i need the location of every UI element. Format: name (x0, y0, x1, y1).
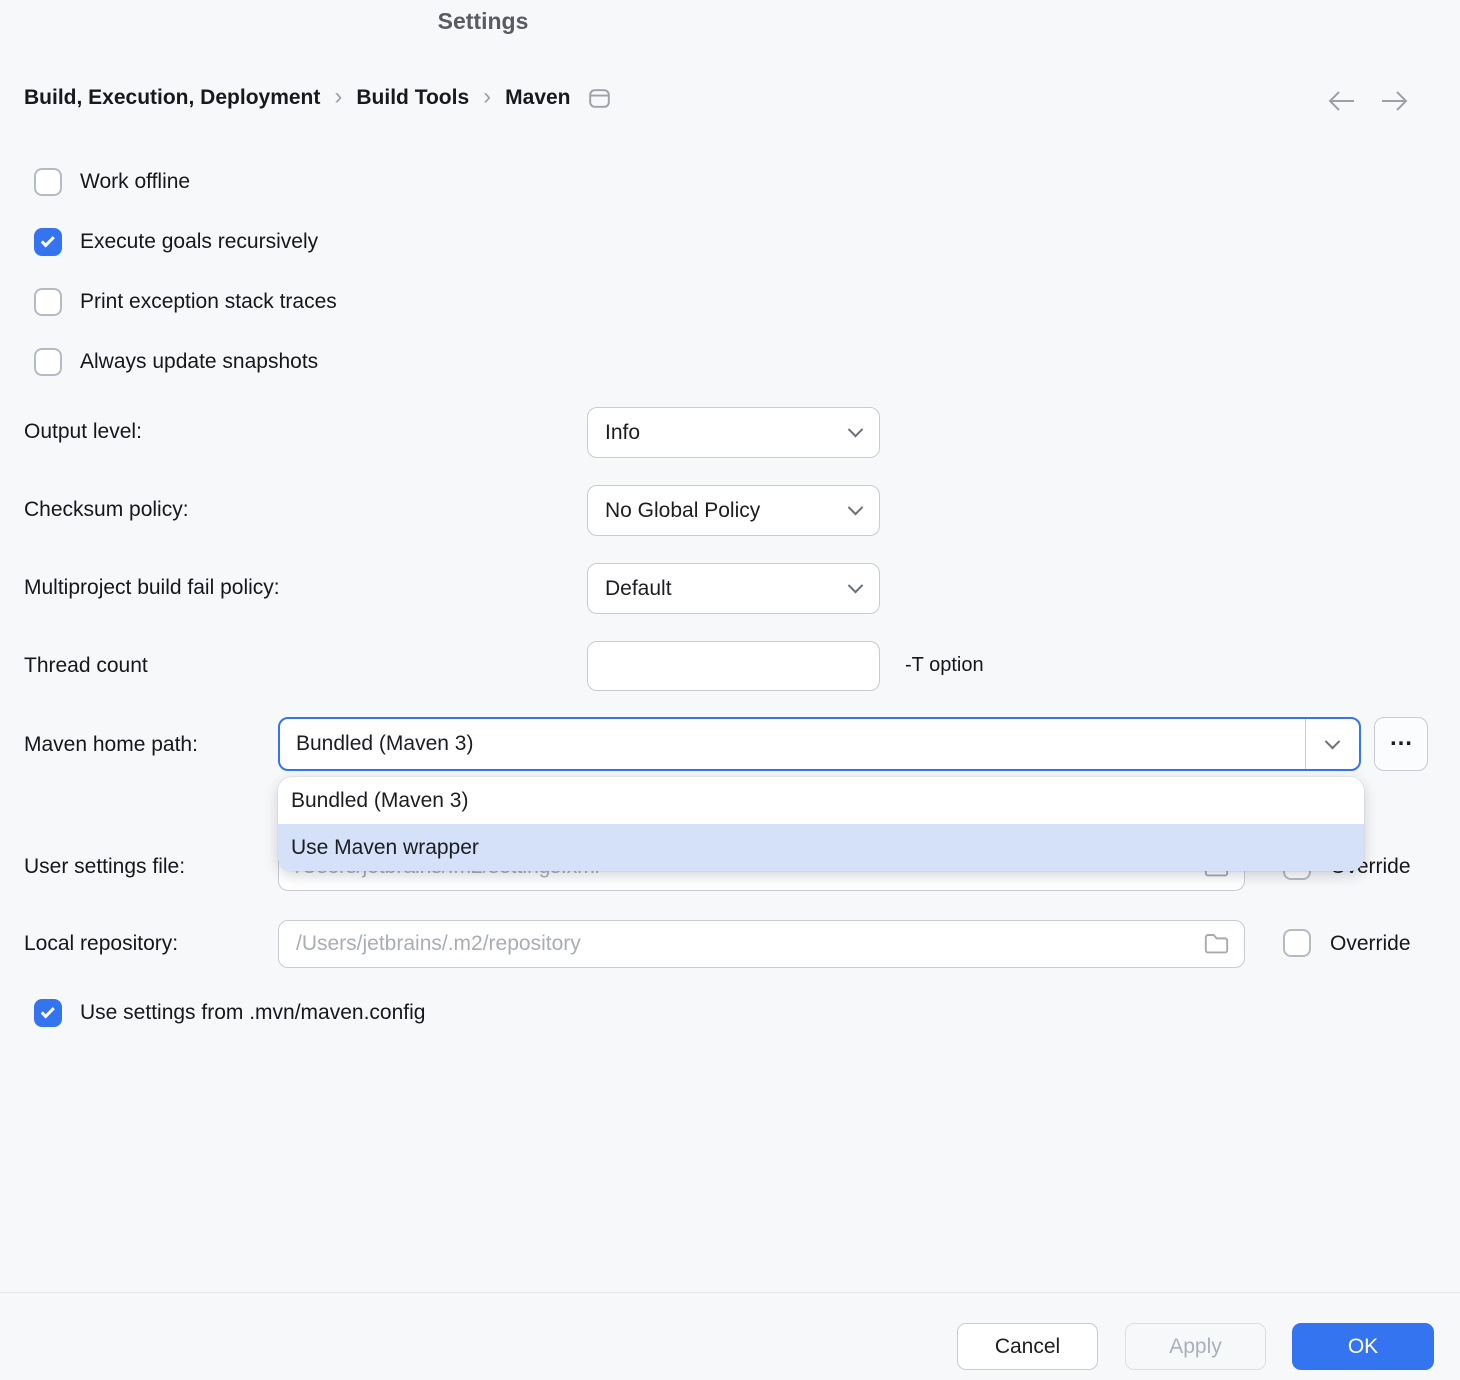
navigate-forward-icon[interactable] (1378, 88, 1410, 114)
chevron-right-icon: › (483, 85, 491, 112)
combobox-expand-button[interactable] (1305, 719, 1359, 769)
multiproject-build-fail-policy-label: Multiproject build fail policy: (24, 576, 280, 600)
check-icon (40, 233, 54, 247)
checkbox-box (34, 999, 62, 1027)
maven-home-path-label: Maven home path: (24, 733, 198, 757)
output-level-select[interactable]: Info (587, 407, 880, 458)
chevron-down-icon (848, 578, 864, 594)
breadcrumb-item-build-execution-deployment[interactable]: Build, Execution, Deployment (24, 86, 320, 110)
breadcrumb-item-maven[interactable]: Maven (505, 86, 570, 110)
thread-count-hint: -T option (905, 654, 984, 677)
chevron-down-icon (848, 422, 864, 438)
browse-maven-home-button[interactable]: … (1374, 717, 1428, 771)
chevron-down-icon (848, 500, 864, 516)
checkbox-label: Work offline (80, 170, 190, 194)
checkbox-print-exception-stack-traces[interactable]: Print exception stack traces (34, 288, 337, 316)
checkbox-box (34, 228, 62, 256)
checkbox-box (34, 168, 62, 196)
checkbox-use-settings-from-mvn-maven-config[interactable]: Use settings from .mvn/maven.config (34, 999, 425, 1027)
select-value: Default (605, 577, 672, 601)
breadcrumb: Build, Execution, Deployment › Build Too… (24, 83, 610, 113)
select-value: Info (605, 421, 640, 445)
cancel-button[interactable]: Cancel (957, 1323, 1098, 1370)
checkbox-label: Use settings from .mvn/maven.config (80, 1001, 425, 1025)
maven-home-path-combobox[interactable]: Bundled (Maven 3) (278, 717, 1361, 771)
checksum-policy-select[interactable]: No Global Policy (587, 485, 880, 536)
checkbox-label: Execute goals recursively (80, 230, 318, 254)
ok-button[interactable]: OK (1292, 1323, 1434, 1370)
select-value: No Global Policy (605, 499, 760, 523)
chevron-right-icon: › (334, 85, 342, 112)
thread-count-label: Thread count (24, 654, 148, 678)
local-repository-override-label: Override (1330, 932, 1411, 956)
chevron-down-icon (1325, 733, 1341, 749)
combobox-value: Bundled (Maven 3) (280, 732, 1305, 756)
maven-home-dropdown-popup: Bundled (Maven 3) Use Maven wrapper (278, 777, 1364, 871)
navigate-back-icon[interactable] (1326, 88, 1358, 114)
settings-dialog: Settings Build, Execution, Deployment › … (0, 0, 1460, 1380)
local-repository-value: /Users/jetbrains/.m2/repository (296, 932, 1203, 956)
output-level-label: Output level: (24, 420, 142, 444)
checkbox-label: Always update snapshots (80, 350, 318, 374)
local-repository-field[interactable]: /Users/jetbrains/.m2/repository (278, 920, 1245, 968)
checkbox-always-update-snapshots[interactable]: Always update snapshots (34, 348, 318, 376)
checkbox-label: Print exception stack traces (80, 290, 337, 314)
local-repository-label: Local repository: (24, 932, 178, 956)
dropdown-option-bundled-maven-3[interactable]: Bundled (Maven 3) (278, 777, 1364, 824)
local-repository-override-checkbox[interactable] (1283, 929, 1311, 957)
checkbox-box (34, 348, 62, 376)
apply-button[interactable]: Apply (1125, 1323, 1266, 1370)
breadcrumb-item-build-tools[interactable]: Build Tools (356, 86, 469, 110)
folder-icon[interactable] (1203, 932, 1230, 956)
checksum-policy-label: Checksum policy: (24, 498, 189, 522)
multiproject-build-fail-policy-select[interactable]: Default (587, 563, 880, 614)
check-icon (40, 1004, 54, 1018)
thread-count-input[interactable] (587, 641, 880, 691)
checkbox-execute-goals-recursively[interactable]: Execute goals recursively (34, 228, 318, 256)
user-settings-file-label: User settings file: (24, 855, 185, 879)
dropdown-option-use-maven-wrapper[interactable]: Use Maven wrapper (278, 824, 1364, 871)
checkbox-box (34, 288, 62, 316)
page-title: Settings (0, 8, 966, 35)
footer-divider (0, 1292, 1460, 1293)
checkbox-work-offline[interactable]: Work offline (34, 168, 190, 196)
window-frame-icon (589, 89, 610, 108)
